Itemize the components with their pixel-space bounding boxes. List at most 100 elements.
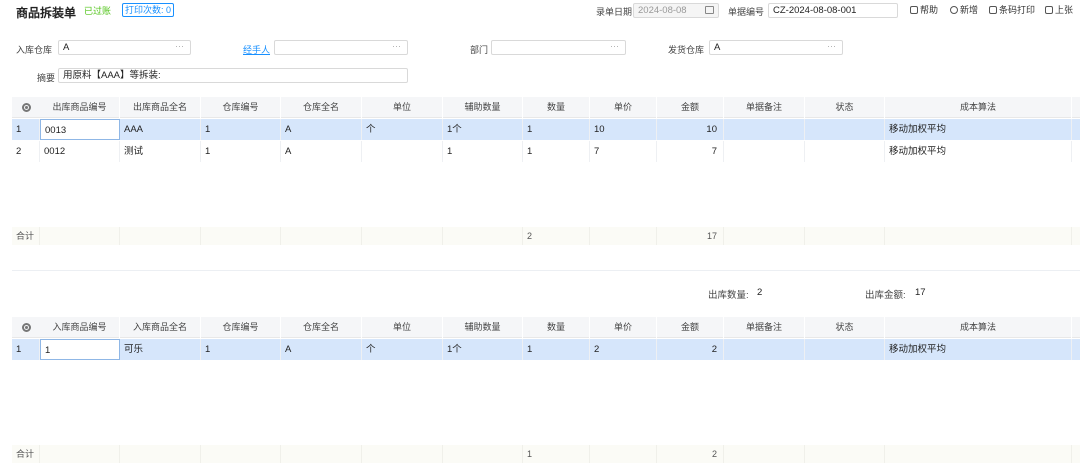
col-header[interactable]: 单价 — [590, 97, 657, 118]
more-icon[interactable]: ··· — [610, 41, 619, 53]
cell-cost[interactable]: 移动加权平均 — [885, 141, 1072, 162]
col-header[interactable]: 状态 — [805, 97, 885, 118]
summary-field[interactable]: 用原料【AAA】等拆装: — [58, 68, 408, 83]
more-icon[interactable]: ··· — [392, 41, 401, 53]
cell-price[interactable]: 2 — [590, 339, 657, 360]
cell-aux-qty[interactable]: 1 — [443, 141, 523, 162]
table-row[interactable]: 1 0013 AAA 1 A 个 1个 1 10 10 移动加权平均 — [12, 119, 1080, 140]
col-header[interactable]: 成本算法 — [885, 317, 1072, 338]
cell-code[interactable]: 1 — [40, 339, 120, 360]
barcode-print-button[interactable]: 条码打印 — [989, 4, 1035, 17]
cell-name[interactable]: AAA — [120, 119, 201, 140]
new-button[interactable]: 新增 — [950, 4, 978, 17]
col-header[interactable]: 仓库编号 — [201, 97, 281, 118]
col-header[interactable]: 仓库全名 — [281, 317, 362, 338]
cell-cost[interactable]: 移动加权平均 — [885, 119, 1072, 140]
cell-cost[interactable]: 移动加权平均 — [885, 339, 1072, 360]
footer-cell — [590, 227, 657, 245]
footer-cell — [362, 227, 443, 245]
cell-wh-name[interactable]: A — [281, 119, 362, 140]
col-header[interactable]: 单据备注 — [724, 97, 805, 118]
out-amount-value: 17 — [915, 287, 926, 298]
cell-name[interactable]: 测试 — [120, 141, 201, 162]
cell-code[interactable]: 0012 — [40, 141, 120, 162]
cell-unit[interactable]: 个 — [362, 119, 443, 140]
footer-cell — [590, 445, 657, 463]
help-button[interactable]: 帮助 — [910, 4, 938, 17]
col-header[interactable]: 金额 — [657, 97, 724, 118]
cell-wh-code[interactable]: 1 — [201, 339, 281, 360]
col-header[interactable]: 入库商品编号 — [40, 317, 120, 338]
cell-wh-name[interactable]: A — [281, 141, 362, 162]
footer-cell — [885, 445, 1072, 463]
cell-remark[interactable] — [724, 141, 805, 162]
dept-field[interactable]: ··· — [491, 40, 626, 55]
plus-icon — [950, 6, 958, 14]
column-settings[interactable] — [12, 317, 40, 338]
col-header[interactable]: 单价 — [590, 317, 657, 338]
cell-state[interactable] — [805, 141, 885, 162]
cell-aux-qty[interactable]: 1个 — [443, 339, 523, 360]
column-settings[interactable] — [12, 97, 40, 118]
col-header[interactable]: 单位 — [362, 97, 443, 118]
more-icon[interactable]: ··· — [175, 41, 184, 53]
handler-field[interactable]: ··· — [274, 40, 408, 55]
cell-unit[interactable] — [362, 141, 443, 162]
in-warehouse-field[interactable]: A ··· — [58, 40, 191, 55]
date-field[interactable]: 2024-08-08 — [633, 3, 719, 18]
col-header[interactable]: 单据备注 — [724, 317, 805, 338]
row-index: 1 — [12, 119, 40, 140]
out-warehouse-field[interactable]: A ··· — [709, 40, 843, 55]
col-header[interactable]: 仓库全名 — [281, 97, 362, 118]
cell-price[interactable]: 10 — [590, 119, 657, 140]
table-row[interactable]: 2 0012 测试 1 A 1 1 7 7 移动加权平均 — [12, 141, 1080, 162]
cell-price[interactable]: 7 — [590, 141, 657, 162]
table-footer: 合计 2 17 — [12, 227, 1080, 245]
col-header[interactable]: 辅助数量 — [443, 317, 523, 338]
cell-wh-code[interactable]: 1 — [201, 119, 281, 140]
cell-name[interactable]: 可乐 — [120, 339, 201, 360]
col-header[interactable]: 数量 — [523, 317, 590, 338]
row-index: 2 — [12, 141, 40, 162]
gear-icon[interactable] — [22, 323, 31, 332]
cell-amount[interactable]: 2 — [657, 339, 724, 360]
cell-remark[interactable] — [724, 339, 805, 360]
prev-button[interactable]: 上张 — [1045, 4, 1073, 17]
cell-qty[interactable]: 1 — [523, 339, 590, 360]
col-header[interactable]: 出库商品全名 — [120, 97, 201, 118]
date-label: 录单日期 — [596, 7, 633, 17]
footer-cell — [40, 445, 120, 463]
status-badge: 已过账 — [84, 6, 112, 16]
cell-qty[interactable]: 1 — [523, 141, 590, 162]
out-goods-table: 出库商品编号 出库商品全名 仓库编号 仓库全名 单位 辅助数量 数量 单价 金额… — [12, 97, 1080, 267]
cell-qty[interactable]: 1 — [523, 119, 590, 140]
cell-amount[interactable]: 7 — [657, 141, 724, 162]
calendar-icon[interactable] — [705, 6, 714, 14]
footer-qty: 1 — [523, 445, 590, 463]
col-header[interactable]: 成本算法 — [885, 97, 1072, 118]
col-header[interactable]: 数量 — [523, 97, 590, 118]
table-row[interactable]: 1 1 可乐 1 A 个 1个 1 2 2 移动加权平均 — [12, 339, 1080, 360]
col-header[interactable]: 出库商品编号 — [40, 97, 120, 118]
cell-unit[interactable]: 个 — [362, 339, 443, 360]
cell-aux-qty[interactable]: 1个 — [443, 119, 523, 140]
gear-icon[interactable] — [22, 103, 31, 112]
col-header[interactable]: 入库商品全名 — [120, 317, 201, 338]
col-header[interactable]: 状态 — [805, 317, 885, 338]
col-header[interactable]: 单位 — [362, 317, 443, 338]
cell-amount[interactable]: 10 — [657, 119, 724, 140]
footer-cell — [443, 445, 523, 463]
cell-state[interactable] — [805, 119, 885, 140]
footer-cell — [201, 445, 281, 463]
docno-field[interactable]: CZ-2024-08-08-001 — [768, 3, 898, 18]
cell-code[interactable]: 0013 — [40, 119, 120, 140]
more-icon[interactable]: ··· — [827, 41, 836, 53]
cell-remark[interactable] — [724, 119, 805, 140]
cell-wh-name[interactable]: A — [281, 339, 362, 360]
col-header[interactable]: 辅助数量 — [443, 97, 523, 118]
handler-link[interactable]: 经手人 — [243, 43, 270, 56]
col-header[interactable]: 仓库编号 — [201, 317, 281, 338]
cell-state[interactable] — [805, 339, 885, 360]
cell-wh-code[interactable]: 1 — [201, 141, 281, 162]
col-header[interactable]: 金额 — [657, 317, 724, 338]
